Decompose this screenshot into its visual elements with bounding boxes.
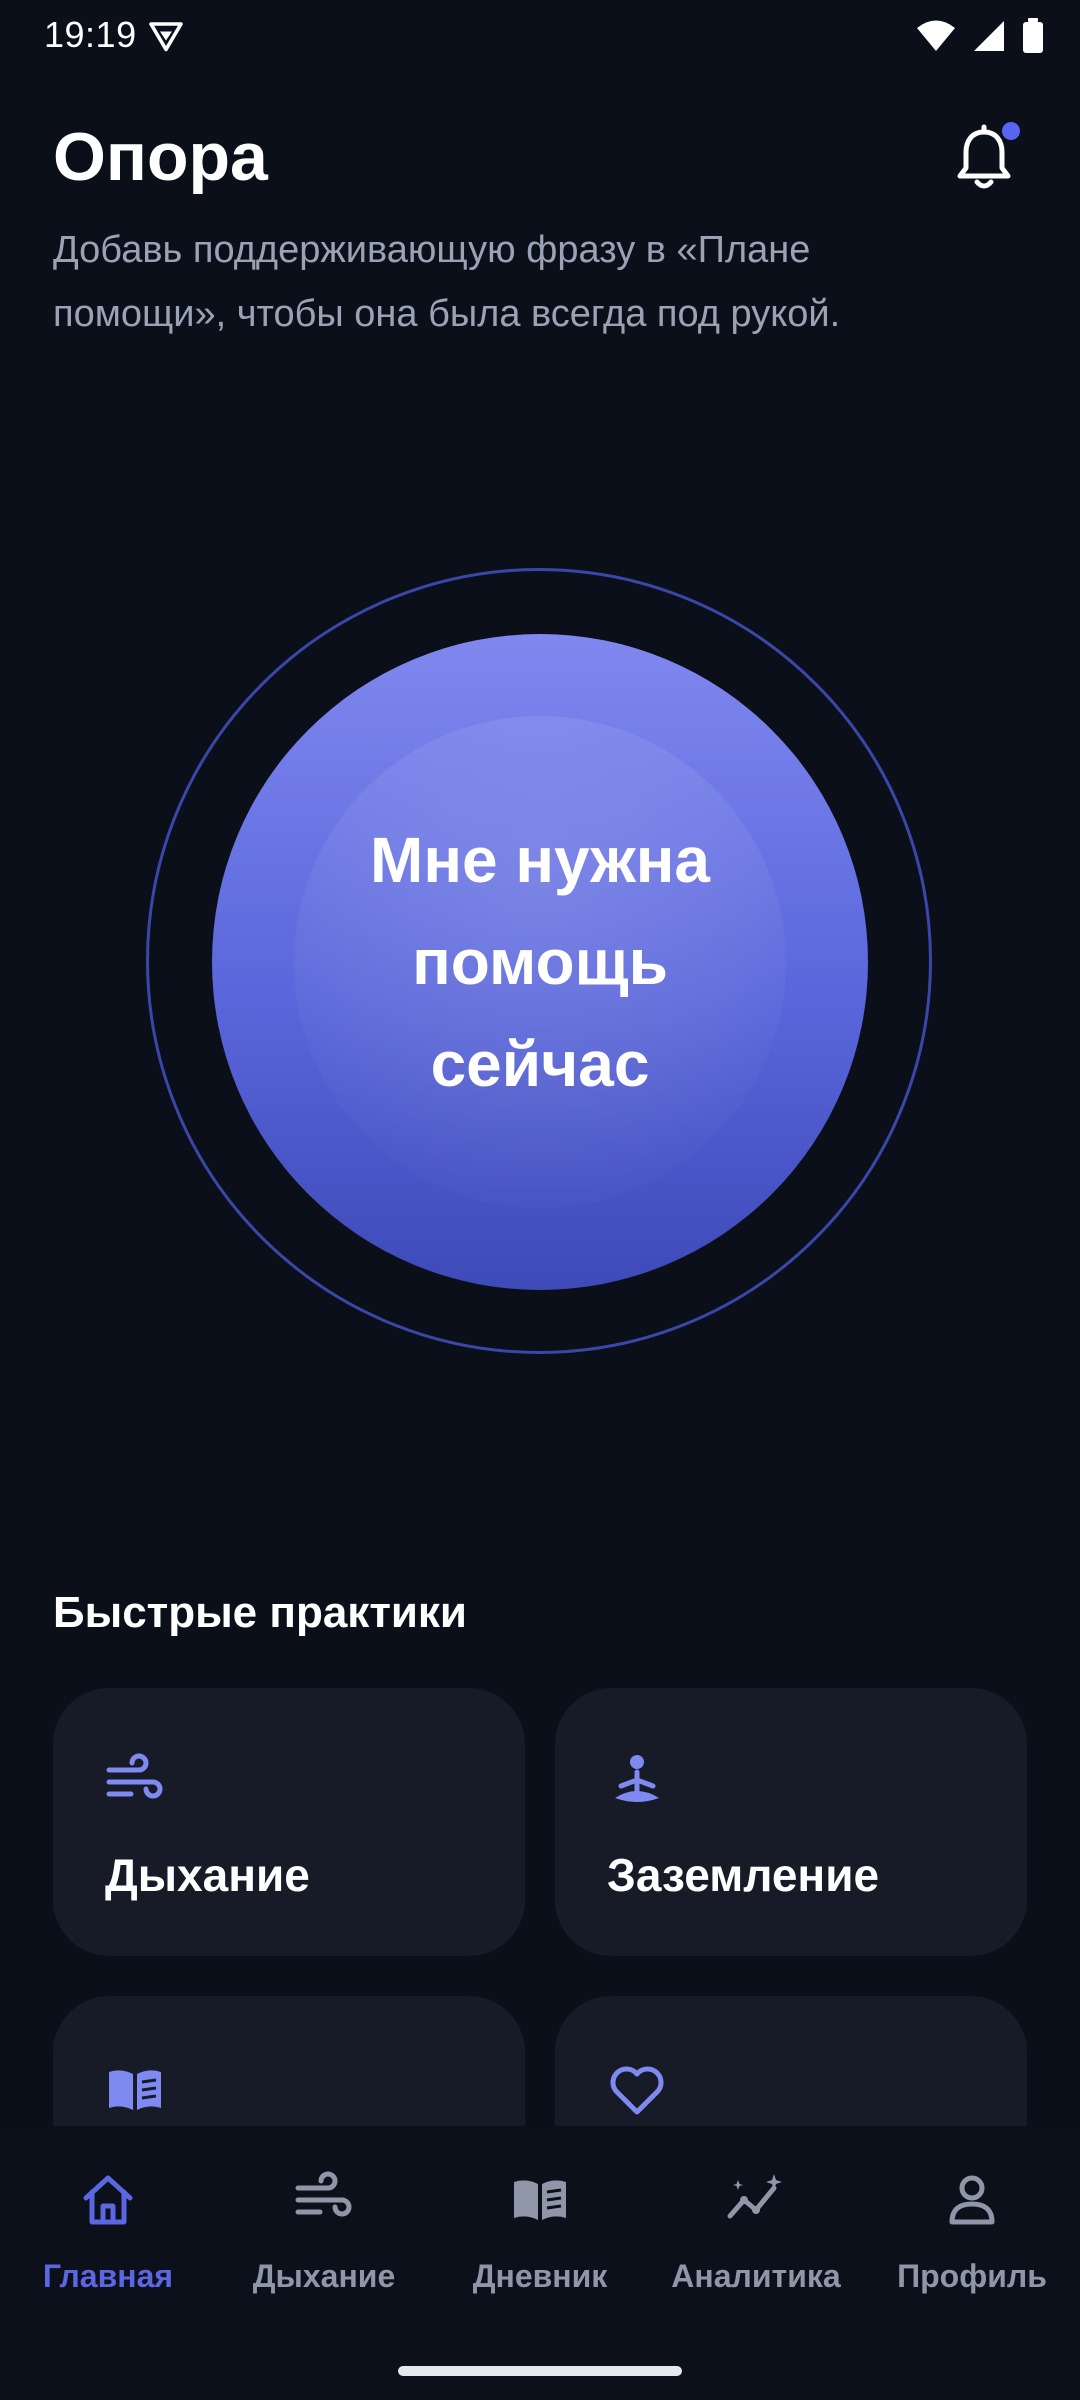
- practice-card-breathing[interactable]: Дыхание: [53, 1688, 525, 1956]
- nav-label: Дневник: [472, 2258, 608, 2294]
- nav-item-home[interactable]: Главная: [0, 2128, 216, 2318]
- battery-icon: [1023, 18, 1043, 53]
- practice-card-label: Заземление: [607, 1849, 880, 1901]
- nav-item-breathing[interactable]: Дыхание: [216, 2128, 432, 2318]
- meditation-icon: [615, 1755, 659, 1802]
- bottom-navigation: Главная Дыхание Дневник Аналитика Профил…: [0, 2128, 1080, 2400]
- nav-label: Дыхание: [252, 2258, 396, 2294]
- quick-practices-title: Быстрые практики: [53, 1588, 467, 1637]
- profile-icon: [949, 2175, 995, 2225]
- home-icon: [83, 2175, 133, 2225]
- heart-icon: [610, 2066, 664, 2115]
- status-bar: 19:19: [0, 0, 1080, 72]
- home-gesture-bar[interactable]: [398, 2366, 682, 2376]
- nav-label: Профиль: [897, 2258, 1047, 2294]
- book-icon: [514, 2180, 566, 2220]
- notification-badge: [1002, 122, 1020, 140]
- help-button-label: Мне нужна помощь сейчас: [370, 824, 710, 1100]
- page-title: Опора: [53, 119, 268, 195]
- nav-label: Аналитика: [671, 2258, 841, 2294]
- wind-icon: [106, 1753, 163, 1799]
- quick-practices-grid: Дыхание Заземление: [0, 1680, 1080, 2126]
- status-icons: [916, 18, 1044, 54]
- vpn-shield-icon: [149, 22, 183, 52]
- practice-card-journal[interactable]: [53, 1996, 525, 2126]
- help-now-button[interactable]: Мне нужна помощь сейчас: [212, 634, 868, 1290]
- practice-card-label: Дыхание: [105, 1849, 310, 1901]
- nav-item-analytics[interactable]: Аналитика: [648, 2128, 864, 2318]
- analytics-sparkle-icon: [727, 2174, 782, 2219]
- page-subtitle: Добавь поддерживающую фразу в «Плане пом…: [53, 229, 841, 335]
- practice-card-self-care[interactable]: [555, 1996, 1027, 2126]
- wifi-icon: [917, 20, 955, 51]
- nav-label: Главная: [42, 2258, 174, 2294]
- practice-card-grounding[interactable]: Заземление: [555, 1688, 1027, 1956]
- wind-icon: [295, 2171, 352, 2217]
- nav-item-journal[interactable]: Дневник: [432, 2128, 648, 2318]
- journal-book-icon: [109, 2070, 161, 2110]
- nav-item-profile[interactable]: Профиль: [864, 2128, 1080, 2318]
- signal-icon: [974, 21, 1004, 51]
- status-time: 19:19: [44, 14, 137, 55]
